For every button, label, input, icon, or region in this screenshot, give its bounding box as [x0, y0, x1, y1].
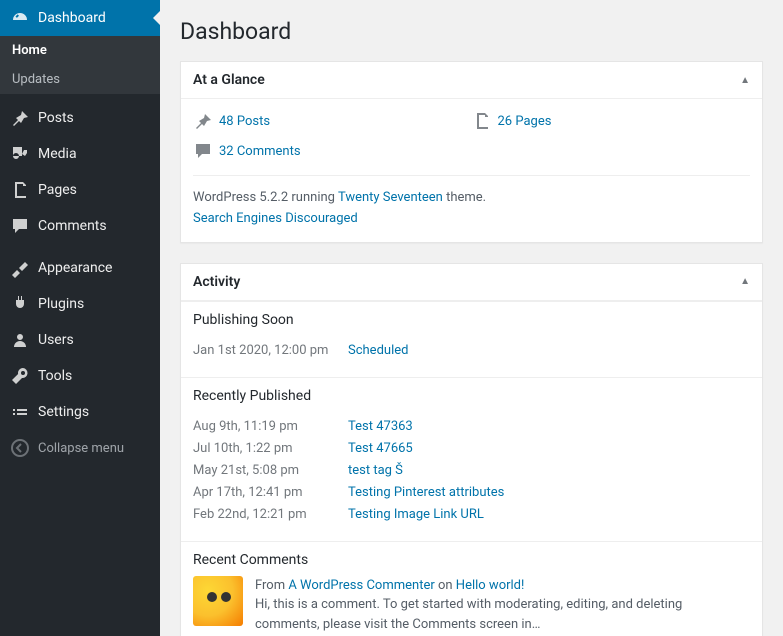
tools-icon: [10, 366, 30, 386]
activity-row: Jul 10th, 1:22 pmTest 47665: [193, 441, 750, 456]
activity-box: Activity ▲ Publishing Soon Jan 1st 2020,…: [180, 263, 763, 636]
pages-icon: [472, 111, 492, 131]
at-a-glance-box: At a Glance ▲ 48 Posts 26 Pages 32 Comme…: [180, 61, 763, 243]
wp-version-text: WordPress 5.2.2 running: [193, 190, 338, 205]
pages-icon: [10, 180, 30, 200]
comment-from-text: From: [255, 578, 288, 593]
menu-label: Tools: [38, 368, 72, 384]
menu-label: Posts: [38, 110, 74, 126]
collapse-menu[interactable]: Collapse menu: [0, 430, 160, 466]
page-title: Dashboard: [180, 0, 763, 61]
collapse-label: Collapse menu: [38, 441, 124, 456]
glance-footer: WordPress 5.2.2 running Twenty Seventeen…: [193, 175, 750, 230]
activity-row: Feb 22nd, 12:21 pmTesting Image Link URL: [193, 507, 750, 522]
activity-header[interactable]: Activity ▲: [181, 264, 762, 301]
menu-settings[interactable]: Settings: [0, 394, 160, 430]
activity-date: Feb 22nd, 12:21 pm: [193, 507, 348, 522]
glance-comments: 32 Comments: [193, 141, 472, 161]
activity-post-link[interactable]: Test 47665: [348, 441, 413, 456]
main-content: Dashboard At a Glance ▲ 48 Posts 26 Page…: [160, 0, 783, 636]
admin-sidebar: Dashboard Home Updates Posts Media Pages…: [0, 0, 160, 636]
submenu-home[interactable]: Home: [0, 36, 160, 65]
recent-comments-heading: Recent Comments: [181, 542, 762, 576]
comment-post-link[interactable]: Hello world!: [456, 578, 525, 593]
users-icon: [10, 330, 30, 350]
comment-icon: [10, 216, 30, 236]
theme-link[interactable]: Twenty Seventeen: [338, 190, 443, 205]
menu-label: Comments: [38, 218, 107, 234]
toggle-icon: ▲: [740, 276, 750, 287]
menu-label: Media: [38, 146, 77, 162]
menu-tools[interactable]: Tools: [0, 358, 160, 394]
menu-label: Pages: [38, 182, 77, 198]
pin-icon: [193, 111, 213, 131]
media-icon: [10, 144, 30, 164]
at-a-glance-title: At a Glance: [193, 72, 265, 88]
search-engines-link[interactable]: Search Engines Discouraged: [193, 211, 358, 226]
menu-comments[interactable]: Comments: [0, 208, 160, 244]
activity-post-link[interactable]: Scheduled: [348, 343, 408, 358]
menu-dashboard[interactable]: Dashboard: [0, 0, 160, 36]
recently-published-heading: Recently Published: [181, 378, 762, 412]
publishing-soon-heading: Publishing Soon: [181, 302, 762, 336]
at-a-glance-header[interactable]: At a Glance ▲: [181, 62, 762, 99]
avatar: [193, 576, 243, 626]
menu-label: Plugins: [38, 296, 84, 312]
comment-excerpt: Hi, this is a comment. To get started wi…: [255, 597, 682, 632]
activity-post-link[interactable]: Test 47363: [348, 419, 413, 434]
settings-icon: [10, 402, 30, 422]
menu-users[interactable]: Users: [0, 322, 160, 358]
posts-link[interactable]: 48 Posts: [219, 114, 270, 129]
menu-label: Dashboard: [38, 10, 106, 26]
activity-post-link[interactable]: Testing Pinterest attributes: [348, 485, 504, 500]
menu-posts[interactable]: Posts: [0, 100, 160, 136]
menu-pages[interactable]: Pages: [0, 172, 160, 208]
menu-plugins[interactable]: Plugins: [0, 286, 160, 322]
activity-date: Aug 9th, 11:19 pm: [193, 419, 348, 434]
activity-date: Jul 10th, 1:22 pm: [193, 441, 348, 456]
appearance-icon: [10, 258, 30, 278]
activity-date: Jan 1st 2020, 12:00 pm: [193, 343, 348, 358]
glance-pages: 26 Pages: [472, 111, 751, 131]
activity-row: Aug 9th, 11:19 pmTest 47363: [193, 419, 750, 434]
menu-label: Users: [38, 332, 74, 348]
glance-posts: 48 Posts: [193, 111, 472, 131]
menu-label: Appearance: [38, 260, 112, 276]
menu-label: Settings: [38, 404, 89, 420]
activity-title: Activity: [193, 274, 240, 290]
activity-row: May 21st, 5:08 pmtest tag Š: [193, 463, 750, 478]
activity-post-link[interactable]: test tag Š: [348, 463, 403, 478]
pin-icon: [10, 108, 30, 128]
comment-item: From A WordPress Commenter on Hello worl…: [181, 576, 762, 636]
pages-link[interactable]: 26 Pages: [498, 114, 552, 129]
activity-date: Apr 17th, 12:41 pm: [193, 485, 348, 500]
activity-date: May 21st, 5:08 pm: [193, 463, 348, 478]
activity-post-link[interactable]: Testing Image Link URL: [348, 507, 484, 522]
menu-appearance[interactable]: Appearance: [0, 250, 160, 286]
submenu-updates[interactable]: Updates: [0, 65, 160, 94]
activity-row: Apr 17th, 12:41 pmTesting Pinterest attr…: [193, 485, 750, 500]
collapse-icon: [10, 438, 30, 458]
plugins-icon: [10, 294, 30, 314]
dashboard-icon: [10, 8, 30, 28]
toggle-icon: ▲: [740, 75, 750, 86]
activity-row: Jan 1st 2020, 12:00 pmScheduled: [193, 343, 750, 358]
comments-link[interactable]: 32 Comments: [219, 144, 301, 159]
menu-media[interactable]: Media: [0, 136, 160, 172]
comment-icon: [193, 141, 213, 161]
comment-author-link[interactable]: A WordPress Commenter: [288, 578, 434, 593]
